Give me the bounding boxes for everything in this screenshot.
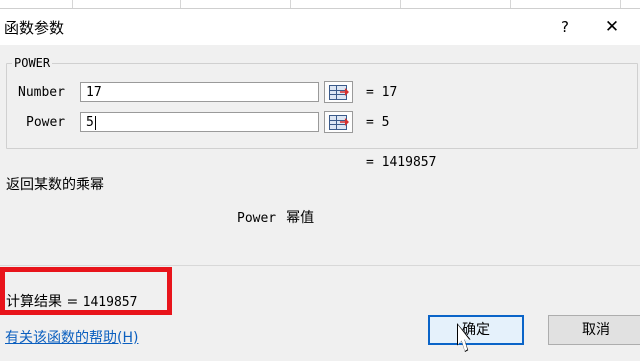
- cancel-button[interactable]: 取消: [548, 315, 640, 345]
- function-description: 返回某数的乘幂: [6, 177, 104, 193]
- text-caret: [94, 115, 96, 130]
- close-button[interactable]: ✕: [598, 13, 626, 41]
- grid-line: [400, 0, 401, 8]
- formula-result-preview: = 1419857: [366, 155, 437, 170]
- function-help-link[interactable]: 有关该函数的帮助(H): [5, 327, 138, 347]
- parameter-name: Power: [237, 211, 277, 226]
- number-arg-label: Number: [18, 85, 65, 100]
- number-arg-value: 17: [86, 85, 102, 100]
- dialog-titlebar: 函数参数 ? ✕: [0, 9, 640, 45]
- help-button[interactable]: ?: [555, 15, 575, 39]
- grid-line: [290, 0, 291, 8]
- power-arg-evaluated: = 5: [366, 115, 390, 130]
- grid-line: [72, 0, 73, 8]
- power-ref-button[interactable]: [324, 111, 353, 133]
- grid-line: [620, 0, 621, 8]
- ok-button[interactable]: 确定: [428, 315, 524, 345]
- dialog-title: 函数参数: [4, 19, 65, 37]
- function-name: POWER: [12, 56, 53, 70]
- power-arg-input[interactable]: 5: [80, 112, 319, 132]
- arguments-group: [6, 63, 638, 149]
- number-arg-input[interactable]: 17: [80, 82, 319, 102]
- function-arguments-dialog: 函数参数 ? ✕ POWER Number 17 = 17 Power 5 = …: [0, 8, 640, 361]
- power-arg-label: Power: [26, 115, 66, 130]
- parameter-text: 幂值: [286, 210, 315, 226]
- highlight-annotation: [0, 267, 172, 315]
- grid-line: [510, 0, 511, 8]
- number-ref-button[interactable]: [324, 81, 353, 103]
- cancel-button-label: 取消: [582, 322, 610, 338]
- parameter-description: Power 幂值: [237, 207, 314, 227]
- power-arg-value: 5: [86, 115, 94, 130]
- separator: [0, 265, 640, 266]
- number-arg-evaluated: = 17: [366, 85, 398, 100]
- grid-line: [180, 0, 181, 8]
